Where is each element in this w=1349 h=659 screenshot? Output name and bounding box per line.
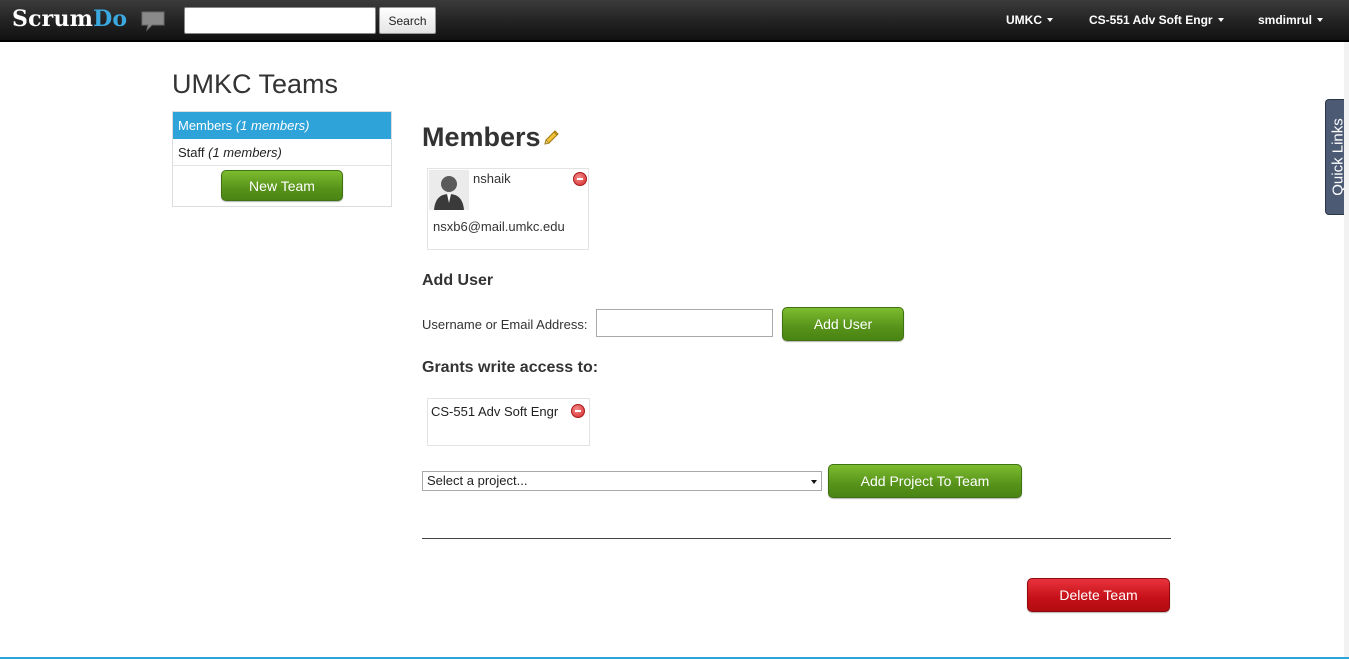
project-menu[interactable]: CS-551 Adv Soft Engr: [1089, 13, 1224, 27]
team-member-count: (1 members): [235, 118, 310, 133]
team-item-staff[interactable]: Staff (1 members): [173, 139, 391, 166]
username-email-label: Username or Email Address:: [422, 317, 588, 332]
member-email: nsxb6@mail.umkc.edu: [433, 219, 565, 234]
chevron-down-icon: [1047, 17, 1053, 22]
divider: [422, 538, 1171, 539]
page-scrollbar[interactable]: [1344, 42, 1349, 657]
chat-bubble-icon[interactable]: [140, 10, 166, 32]
project-select[interactable]: Select a project...: [422, 471, 822, 491]
top-navbar: ScrumDo Search UMKC CS-551 Adv Soft Engr…: [0, 0, 1349, 42]
grants-write-access-heading: Grants write access to:: [422, 359, 599, 376]
team-item-members[interactable]: Members (1 members): [173, 112, 391, 139]
granted-project-card: CS-551 Adv Soft Engr: [427, 398, 590, 446]
remove-project-icon[interactable]: [571, 404, 585, 418]
chevron-down-icon: [1217, 17, 1224, 22]
page-title: UMKC Teams: [172, 69, 339, 99]
remove-member-icon[interactable]: [573, 172, 587, 186]
org-menu-label: UMKC: [1006, 13, 1042, 27]
team-name: Members: [178, 118, 233, 133]
search-button[interactable]: Search: [379, 7, 436, 34]
avatar: [429, 170, 469, 210]
new-team-button[interactable]: New Team: [221, 170, 343, 201]
granted-project-name: CS-551 Adv Soft Engr: [431, 404, 559, 419]
project-menu-label: CS-551 Adv Soft Engr: [1089, 13, 1213, 27]
add-user-button[interactable]: Add User: [782, 307, 904, 341]
member-username: nshaik: [473, 171, 511, 186]
user-menu-label: smdimrul: [1258, 13, 1313, 27]
project-select-value: Select a project...: [427, 473, 528, 488]
user-menu[interactable]: smdimrul: [1258, 13, 1324, 27]
username-email-input[interactable]: [596, 309, 773, 337]
search-input[interactable]: [184, 7, 376, 34]
logo-text-main: Scrum: [12, 6, 94, 32]
delete-team-button[interactable]: Delete Team: [1027, 578, 1170, 612]
member-card: nshaik nsxb6@mail.umkc.edu: [427, 168, 589, 250]
add-project-to-team-button[interactable]: Add Project To Team: [828, 464, 1022, 498]
section-title: Members: [422, 122, 541, 152]
team-name: Staff: [178, 145, 205, 160]
chevron-down-icon: [1317, 17, 1324, 22]
add-user-heading: Add User: [422, 272, 494, 289]
org-menu-umkc[interactable]: UMKC: [1006, 13, 1053, 27]
logo-text-accent: Do: [93, 6, 128, 32]
pencil-edit-icon[interactable]: [542, 129, 560, 147]
dropdown-arrow-icon: [811, 480, 817, 484]
team-member-count: (1 members): [208, 145, 282, 160]
scrumdo-logo[interactable]: ScrumDo: [12, 6, 127, 32]
